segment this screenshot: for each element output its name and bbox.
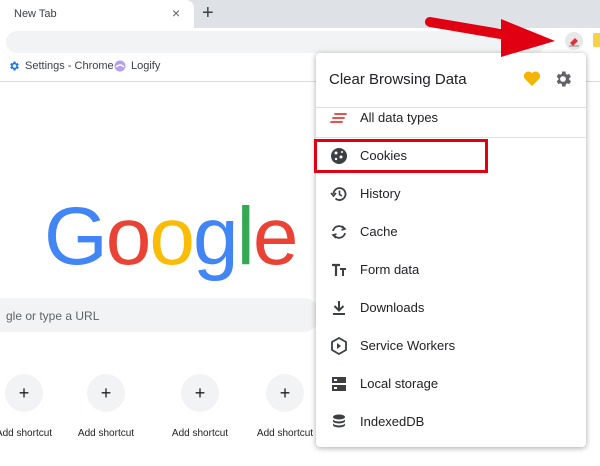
logo-letter: e (252, 191, 299, 282)
google-logo: Google (44, 191, 299, 282)
menu-item-indexeddb[interactable]: IndexedDB (316, 403, 586, 441)
menu-item-history[interactable]: History (316, 175, 586, 213)
plus-icon: + (279, 383, 291, 403)
menu-item-label: History (360, 186, 401, 201)
shortcut-label: Add shortcut (256, 428, 314, 439)
add-shortcut-button[interactable]: + Add shortcut (66, 374, 146, 439)
clear-browsing-data-popup: Clear Browsing Data All data types Cooki… (316, 53, 586, 447)
plus-icon: + (194, 383, 206, 403)
database-icon (333, 414, 345, 428)
menu-item-label: Form data (360, 262, 420, 277)
logo-letter: l (236, 191, 255, 282)
form-data-icon (332, 263, 346, 276)
menu-item-downloads[interactable]: Downloads (316, 289, 586, 327)
logo-letter: G (44, 191, 108, 282)
menu-item-label: Cache (360, 224, 398, 239)
shortcut-circle: + (5, 374, 43, 412)
logo-letter: o (105, 191, 152, 282)
cookies-highlight-box (314, 139, 488, 173)
menu-item-cache[interactable]: Cache (316, 213, 586, 251)
bookmark-label: Logify (131, 60, 161, 72)
bookmark-settings-chrome[interactable]: Settings - Chrome (8, 60, 114, 72)
settings-gear-icon[interactable] (553, 69, 573, 89)
bookmark-logify[interactable]: Logify (114, 60, 160, 72)
menu-item-label: IndexedDB (360, 414, 425, 429)
menu-item-service-workers[interactable]: Service Workers (316, 327, 586, 365)
shortcut-label: Add shortcut (0, 428, 53, 439)
add-shortcut-button[interactable]: + Add shortcut (245, 374, 325, 439)
bookmark-label: Settings - Chrome (25, 60, 114, 72)
gear-icon (10, 61, 19, 71)
history-icon (330, 187, 347, 201)
heart-icon[interactable] (523, 70, 541, 87)
menu-item-label: All data types (360, 110, 439, 125)
shortcut-label: Add shortcut (171, 428, 229, 439)
menu-item-form-data[interactable]: Form data (316, 251, 586, 289)
menu-item-all-data-types[interactable]: All data types (316, 99, 586, 137)
search-placeholder: gle or type a URL (6, 309, 100, 323)
menu-item-local-storage[interactable]: Local storage (316, 365, 586, 403)
shortcut-circle: + (266, 374, 304, 412)
menu-item-label: Downloads (360, 300, 425, 315)
local-storage-icon (332, 377, 346, 391)
service-workers-icon (331, 337, 347, 355)
logo-letter: g (193, 191, 239, 282)
logo-letter: o (149, 191, 195, 282)
shortcut-circle: + (181, 374, 219, 412)
search-box[interactable]: gle or type a URL (0, 298, 320, 332)
shortcut-circle: + (87, 374, 125, 412)
red-arrow-annotation (425, 17, 555, 57)
menu-item-label: Service Workers (360, 338, 456, 353)
plus-icon: + (100, 383, 112, 403)
logify-icon (114, 60, 126, 72)
plus-icon: + (18, 383, 30, 403)
cache-icon (331, 225, 347, 239)
add-shortcut-button[interactable]: + Add shortcut (160, 374, 240, 439)
lines-icon (330, 113, 347, 123)
shortcut-label: Add shortcut (77, 428, 135, 439)
add-shortcut-button[interactable]: + Add shortcut (0, 374, 64, 439)
popup-title: Clear Browsing Data (329, 71, 467, 88)
download-icon (333, 301, 345, 315)
menu-item-label: Local storage (360, 376, 439, 391)
